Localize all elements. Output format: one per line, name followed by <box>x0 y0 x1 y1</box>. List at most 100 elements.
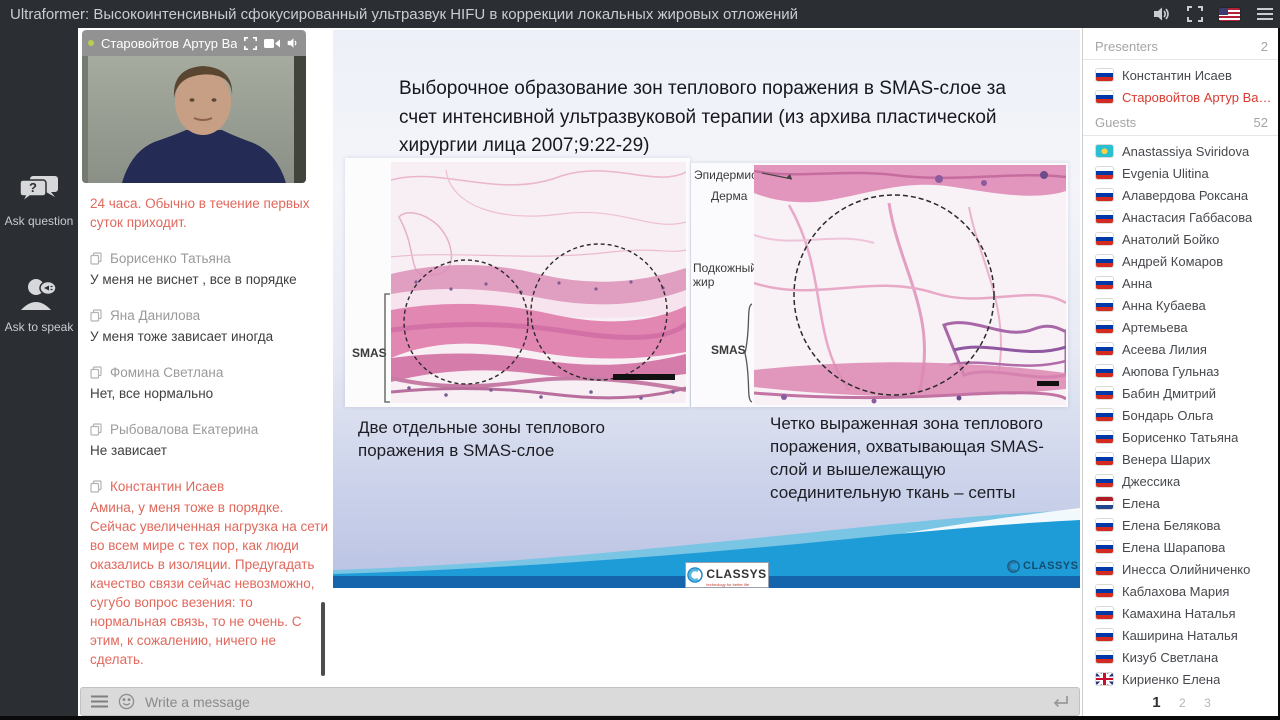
guest-row[interactable]: Асеева Лилия <box>1083 338 1280 360</box>
guest-name: Бабин Дмитрий <box>1122 385 1216 401</box>
classys-logo-small: CLASSYS <box>1007 560 1078 573</box>
guest-row[interactable]: Инесса Олийниченко <box>1083 558 1280 580</box>
guest-row[interactable]: Анна <box>1083 272 1280 294</box>
guests-header: Guests 52 <box>1083 110 1280 136</box>
guest-name: Борисенко Татьяна <box>1122 429 1239 445</box>
guest-name: Елена Белякова <box>1122 517 1221 533</box>
volume-icon[interactable] <box>287 37 300 49</box>
guest-row[interactable]: Анна Кубаева <box>1083 294 1280 316</box>
guest-row[interactable]: Андрей Комаров <box>1083 250 1280 272</box>
page-number[interactable]: 1 <box>1152 694 1160 711</box>
volume-icon[interactable] <box>1153 6 1171 22</box>
guest-name: Анна Кубаева <box>1122 297 1206 313</box>
participants-panel: Presenters 2 Константин Исаев Старовойто… <box>1082 28 1280 716</box>
country-flag <box>1096 453 1113 465</box>
country-flag <box>1096 541 1113 553</box>
ask-to-speak-button[interactable]: Ask to speak <box>0 276 78 334</box>
chat-menu-icon[interactable] <box>91 695 108 708</box>
guest-name: Асеева Лилия <box>1122 341 1207 357</box>
country-flag <box>1096 651 1113 663</box>
chat-text: У меня не виснет , все в порядке <box>90 272 297 287</box>
histology-image-left: SMAS <box>345 158 690 407</box>
country-flag <box>1096 189 1113 201</box>
chat-message: 24 часа. Обычно в течение первых суток п… <box>90 194 328 232</box>
chat-scrollbar[interactable] <box>321 602 325 676</box>
presenter-row[interactable]: Константин Исаев <box>1083 64 1280 86</box>
guest-name: Анатолий Бойко <box>1122 231 1220 247</box>
guests-count: 52 <box>1253 115 1268 130</box>
guest-row[interactable]: Джессика <box>1083 470 1280 492</box>
slide-title: Выборочное образование зон теплового пор… <box>399 78 1006 156</box>
chat-text: 24 часа. Обычно в течение первых суток п… <box>90 196 310 230</box>
copy-icon[interactable] <box>90 480 102 493</box>
video-header: Старовойтов Артур Ва... <box>82 30 306 56</box>
guest-name: Артемьева <box>1122 319 1188 335</box>
menu-icon[interactable] <box>1256 7 1274 21</box>
send-return-icon[interactable] <box>1051 695 1069 709</box>
guest-name: Андрей Комаров <box>1122 253 1224 269</box>
guest-name: Анастасия Габбасова <box>1122 209 1253 225</box>
language-us-flag[interactable] <box>1219 7 1240 21</box>
chat-text: Не зависает <box>90 443 167 458</box>
ask-question-button[interactable]: ? Ask question <box>0 174 78 228</box>
derma-label: Дерма <box>711 189 748 203</box>
guest-row[interactable]: Анатолий Бойко <box>1083 228 1280 250</box>
guests-pagination: 1 2 3 <box>1083 694 1280 712</box>
guest-row[interactable]: Evgenia Ulitina <box>1083 162 1280 184</box>
smas-label: SMAS <box>352 346 387 360</box>
guest-row[interactable]: Камахина Наталья <box>1083 602 1280 624</box>
country-flag <box>1096 607 1113 619</box>
guest-row[interactable]: Аюпова Гульназ <box>1083 360 1280 382</box>
page-number[interactable]: 2 <box>1179 696 1186 710</box>
message-input[interactable] <box>145 693 1041 710</box>
ask-to-speak-label: Ask to speak <box>4 320 74 334</box>
guest-row[interactable]: Кизуб Светлана <box>1083 646 1280 668</box>
chat-text: Нет, все нормально <box>90 386 214 401</box>
guest-row[interactable]: Каширина Наталья <box>1083 624 1280 646</box>
histology-image-right: Эпидермис Дерма Подкожный жир SMAS <box>691 163 1068 407</box>
presenter-row[interactable]: Старовойтов Артур Василье... <box>1083 86 1280 108</box>
guest-row[interactable]: Алавердова Роксана <box>1083 184 1280 206</box>
presenter-video: Старовойтов Артур Ва... <box>82 30 306 183</box>
copy-icon[interactable] <box>90 309 102 322</box>
copy-icon[interactable] <box>90 423 102 436</box>
webinar-app: Ultraformer: Высокоинтенсивный сфокусиро… <box>0 0 1280 720</box>
guest-row[interactable]: Венера Шарих <box>1083 448 1280 470</box>
guest-row[interactable]: Каблахова Мария <box>1083 580 1280 602</box>
guest-row[interactable]: Борисенко Татьяна <box>1083 426 1280 448</box>
chat-message: Рыбовалова Екатерина Не зависает <box>90 420 328 460</box>
fullscreen-icon[interactable] <box>1187 6 1203 22</box>
fullscreen-icon[interactable] <box>244 36 257 50</box>
guest-row[interactable]: Елена <box>1083 492 1280 514</box>
presenter-name: Старовойтов Артур Василье... <box>1122 89 1277 105</box>
presenters-count: 2 <box>1260 39 1268 54</box>
chat-message: Борисенко Татьяна У меня не виснет , все… <box>90 249 328 289</box>
copy-icon[interactable] <box>90 366 102 379</box>
epidermis-label: Эпидермис <box>694 168 758 182</box>
chat-author: Борисенко Татьяна <box>110 251 231 266</box>
video-presenter-name: Старовойтов Артур Ва... <box>101 35 237 51</box>
guest-row[interactable]: Anastassiya Sviridova <box>1083 140 1280 162</box>
guest-row[interactable]: Кириенко Елена <box>1083 668 1280 690</box>
country-flag <box>1096 321 1113 333</box>
emoji-icon[interactable] <box>118 693 135 710</box>
guest-row[interactable]: Елена Шарапова <box>1083 536 1280 558</box>
guest-name: Evgenia Ulitina <box>1122 165 1209 181</box>
ask-question-label: Ask question <box>4 214 74 228</box>
copy-icon[interactable] <box>90 252 102 265</box>
guest-row[interactable]: Елена Белякова <box>1083 514 1280 536</box>
chat-author: Фомина Светлана <box>110 365 224 380</box>
guest-row[interactable]: Бабин Дмитрий <box>1083 382 1280 404</box>
camera-icon[interactable] <box>264 38 280 49</box>
country-flag <box>1096 673 1113 685</box>
page-number[interactable]: 3 <box>1204 696 1211 710</box>
country-flag <box>1096 365 1113 377</box>
guest-row[interactable]: Артемьева <box>1083 316 1280 338</box>
chat-text: У меня тоже зависает иногда <box>90 329 274 344</box>
svg-text:?: ? <box>29 180 37 195</box>
guest-row[interactable]: Бондарь Ольга <box>1083 404 1280 426</box>
guest-row[interactable]: Анастасия Габбасова <box>1083 206 1280 228</box>
guest-name: Анна <box>1122 275 1153 291</box>
country-flag <box>1096 387 1113 399</box>
country-flag <box>1096 563 1113 575</box>
